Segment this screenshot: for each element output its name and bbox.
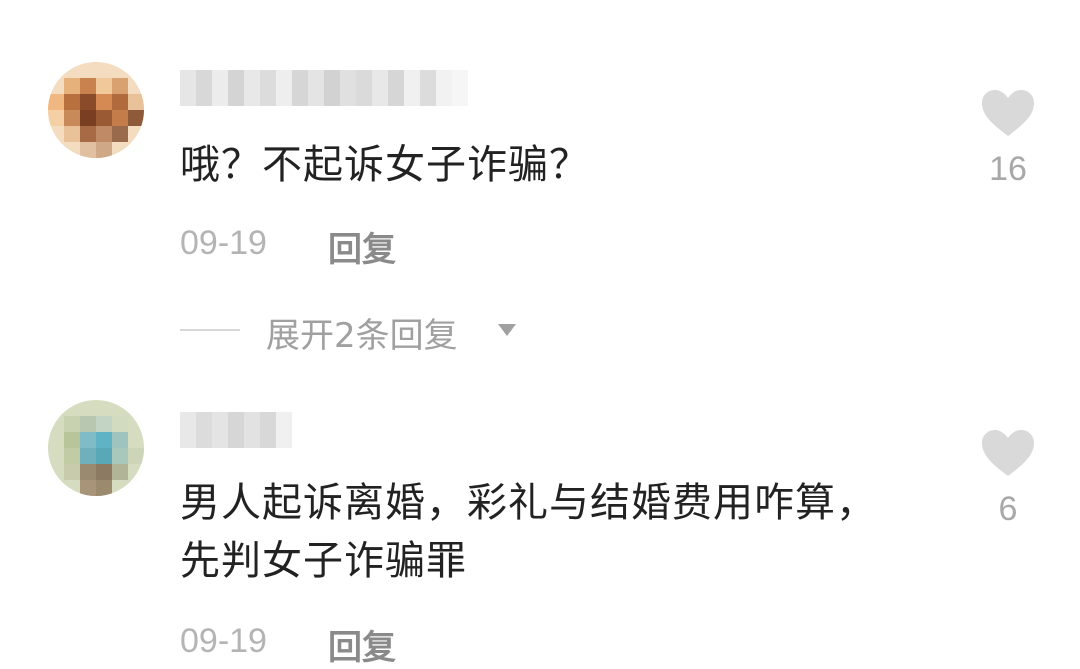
expand-replies-label: 展开2条回复 bbox=[266, 316, 458, 356]
caret-down-icon bbox=[498, 324, 516, 336]
comment-item: 男人起诉离婚，彩礼与结婚费用咋算，先判女子诈骗罪 09-19 回复 6 bbox=[0, 380, 1080, 668]
avatar[interactable] bbox=[48, 62, 144, 158]
expand-replies-button[interactable]: 展开2条回复 bbox=[180, 306, 540, 356]
heart-icon bbox=[982, 90, 1034, 136]
like-count: 16 bbox=[989, 150, 1027, 188]
like-count: 6 bbox=[998, 490, 1018, 528]
avatar[interactable] bbox=[48, 400, 144, 496]
like-button[interactable]: 6 bbox=[978, 428, 1038, 529]
comment-date: 09-19 bbox=[180, 224, 267, 262]
username-blurred[interactable] bbox=[180, 412, 300, 448]
comment-item: 哦？不起诉女子诈骗？ 09-19 回复 16 bbox=[0, 0, 1080, 300]
divider-line bbox=[180, 329, 240, 331]
comment-text: 男人起诉离婚，彩礼与结婚费用咋算，先判女子诈骗罪 bbox=[180, 480, 877, 584]
like-button[interactable]: 16 bbox=[978, 88, 1038, 189]
heart-icon bbox=[982, 430, 1034, 476]
reply-button[interactable]: 回复 bbox=[328, 620, 396, 669]
username-blurred[interactable] bbox=[180, 70, 480, 106]
reply-button[interactable]: 回复 bbox=[328, 222, 396, 271]
comment-text: 哦？不起诉女子诈骗？ bbox=[180, 142, 590, 188]
comment-date: 09-19 bbox=[180, 622, 267, 660]
